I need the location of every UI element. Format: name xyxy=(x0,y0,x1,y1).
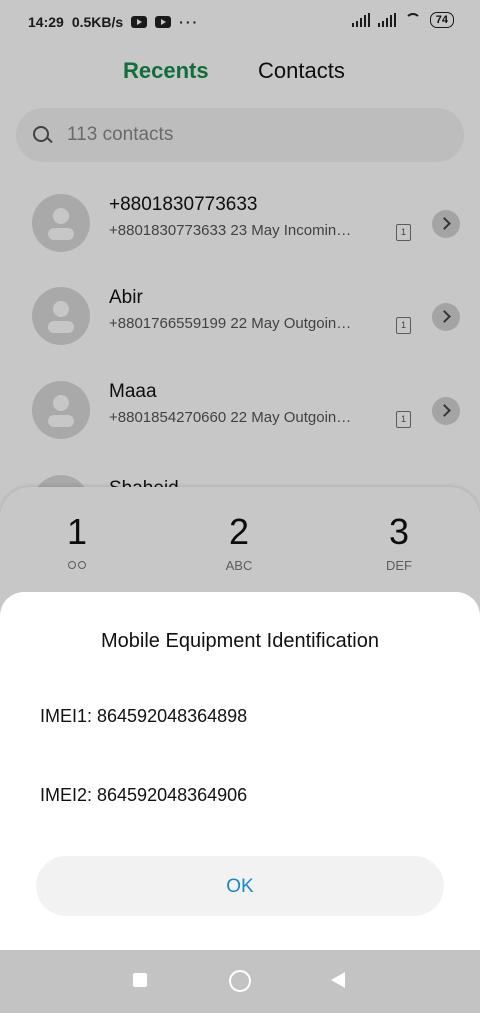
recents-square-icon[interactable] xyxy=(133,973,147,987)
back-triangle-icon[interactable] xyxy=(331,972,345,988)
dialog-title: Mobile Equipment Identification xyxy=(101,630,379,652)
imei1-text: IMEI1: 864592048364898 xyxy=(40,706,248,726)
home-circle-icon[interactable] xyxy=(229,970,251,992)
dialer-screen: 14:29 0.5KB/s ··· 74 Recents Contacts 11… xyxy=(0,0,480,1013)
ok-button-label[interactable]: OK xyxy=(0,876,480,898)
imei2-text: IMEI2: 864592048364906 xyxy=(40,785,248,805)
